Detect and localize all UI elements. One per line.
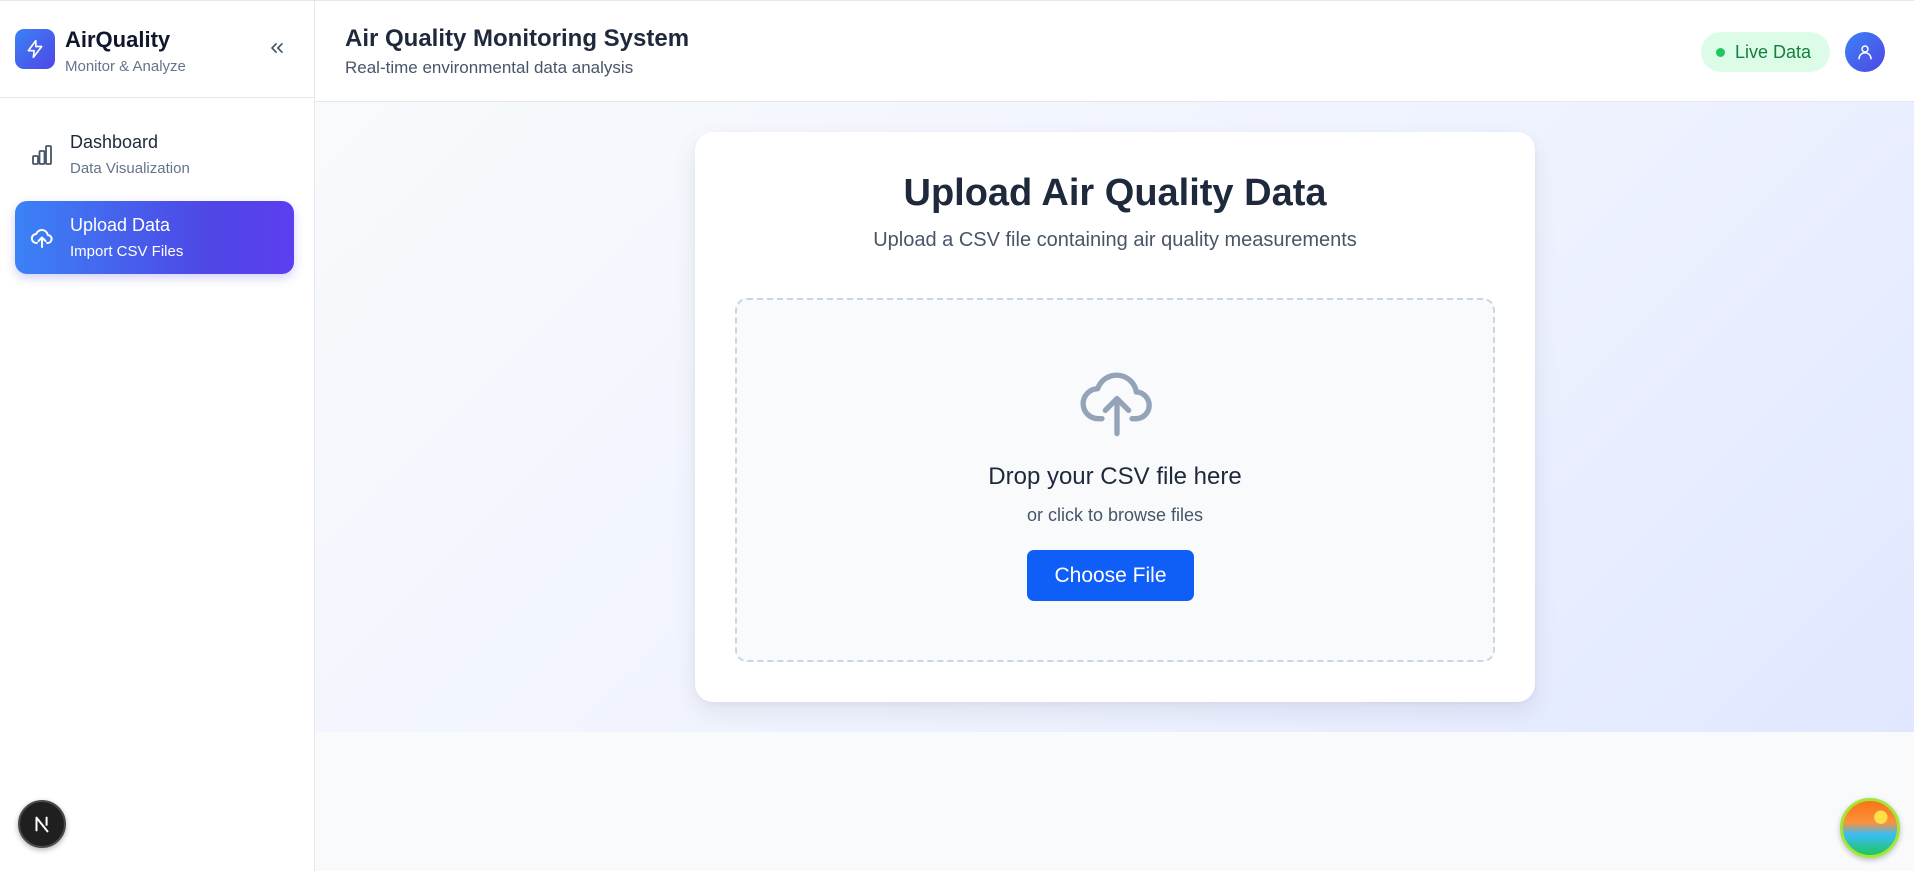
user-icon	[1858, 45, 1872, 60]
top-header: Air Quality Monitoring System Real-time …	[315, 1, 1914, 102]
sidebar-nav: Dashboard Data Visualization Upload Data…	[15, 118, 294, 284]
sidebar-item-sublabel: Import CSV Files	[70, 243, 184, 260]
page-subtitle: Real-time environmental data analysis	[345, 58, 634, 77]
cloud-upload-icon	[29, 225, 55, 251]
nextjs-logo-icon	[35, 816, 49, 833]
sidebar-item-label: Dashboard	[70, 132, 159, 152]
floating-avatar-button[interactable]	[1840, 798, 1900, 858]
lightning-logo-icon	[15, 29, 55, 69]
sidebar-item-sublabel: Data Visualization	[70, 160, 190, 177]
chevrons-left-icon	[271, 43, 283, 54]
bar-chart-icon	[29, 142, 55, 168]
drop-subtitle: or click to browse files	[1026, 505, 1204, 525]
brand-title: AirQuality	[65, 27, 171, 52]
sidebar-item-upload-data[interactable]: Upload Data Import CSV Files	[15, 201, 294, 274]
sidebar-item-dashboard[interactable]: Dashboard Data Visualization	[15, 118, 294, 191]
live-data-label: Live Data	[1735, 41, 1812, 62]
brand-subtitle: Monitor & Analyze	[65, 58, 186, 75]
page-title: Air Quality Monitoring System	[345, 25, 690, 52]
sidebar: AirQuality Monitor & Analyze Dashboard D…	[0, 1, 315, 871]
nextjs-devtools-button[interactable]	[18, 800, 66, 848]
file-dropzone[interactable]: Drop your CSV file here or click to brow…	[735, 298, 1495, 662]
cloud-upload-icon	[1080, 372, 1152, 437]
collapse-sidebar-button[interactable]	[264, 35, 290, 61]
upload-subtitle: Upload a CSV file containing air quality…	[873, 229, 1357, 251]
sidebar-item-label: Upload Data	[70, 215, 171, 235]
upload-card: Upload Air Quality Data Upload a CSV fil…	[695, 132, 1535, 702]
choose-file-button[interactable]: Choose File	[1027, 550, 1194, 601]
upload-title: Upload Air Quality Data	[903, 172, 1327, 214]
live-status-dot	[1716, 47, 1725, 57]
drop-title: Drop your CSV file here	[988, 463, 1242, 490]
live-data-badge: Live Data	[1701, 32, 1831, 72]
brand-header: AirQuality Monitor & Analyze	[0, 1, 314, 98]
user-avatar-button[interactable]	[1845, 32, 1885, 72]
